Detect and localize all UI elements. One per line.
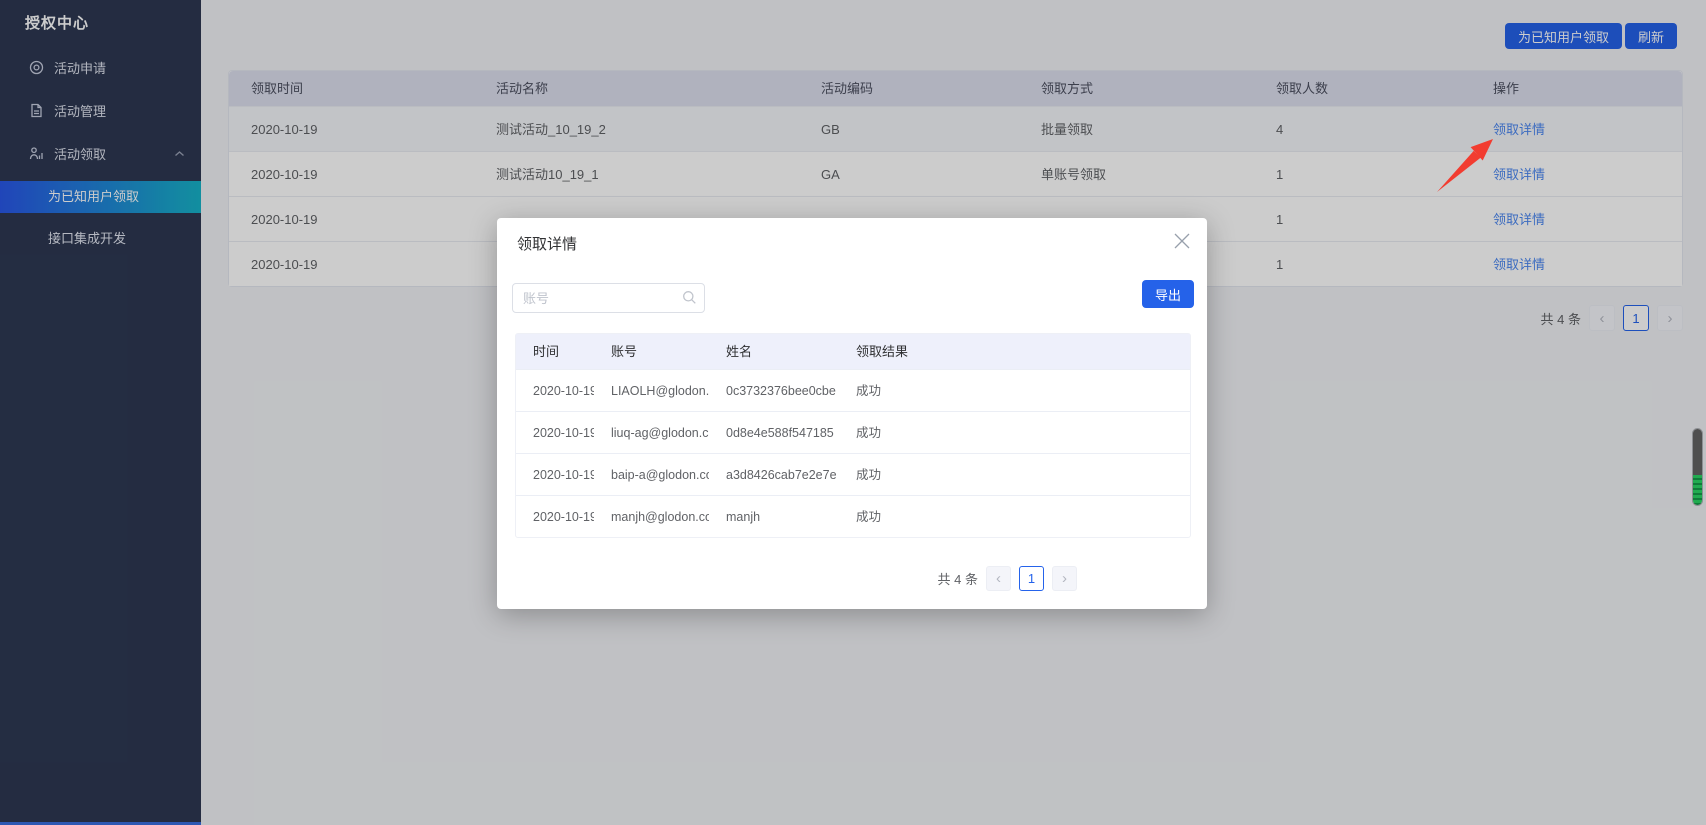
current-page-button[interactable]: 1 — [1019, 566, 1044, 591]
col-username: 姓名 — [709, 334, 839, 369]
col-account: 账号 — [594, 334, 709, 369]
cell-username: manjh — [709, 496, 839, 537]
cell-username: a3d8426cab7e2e7e — [709, 454, 839, 495]
cell-result: 成功 — [839, 412, 1190, 453]
cell-account: liuq-ag@glodon.com — [594, 412, 709, 453]
scrollbar-thumb[interactable] — [1692, 428, 1703, 506]
account-search-input[interactable] — [512, 283, 705, 313]
cell-account: baip-a@glodon.com — [594, 454, 709, 495]
cell-time: 2020-10-19 — [516, 412, 594, 453]
col-time: 时间 — [516, 334, 594, 369]
claim-detail-modal: 领取详情 导出 时间 账号 姓名 领取结果 2020-10-19 LIAOLH@… — [497, 218, 1207, 609]
cell-result: 成功 — [839, 496, 1190, 537]
modal-pagination: 共 4 条 ‹ 1 › — [938, 566, 1077, 591]
cell-result: 成功 — [839, 454, 1190, 495]
account-search-field — [512, 283, 705, 313]
cell-username: 0d8e4e588f547185 — [709, 412, 839, 453]
modal-table-row: 2020-10-19 baip-a@glodon.com a3d8426cab7… — [516, 453, 1190, 495]
modal-table-row: 2020-10-19 manjh@glodon.com manjh 成功 — [516, 495, 1190, 537]
cell-time: 2020-10-19 — [516, 370, 594, 411]
modal-title: 领取详情 — [517, 233, 577, 254]
cell-time: 2020-10-19 — [516, 454, 594, 495]
close-icon[interactable] — [1169, 228, 1195, 254]
claim-detail-table: 时间 账号 姓名 领取结果 2020-10-19 LIAOLH@glodon.c… — [515, 333, 1191, 538]
modal-table-header-row: 时间 账号 姓名 领取结果 — [516, 334, 1190, 369]
cell-account: LIAOLH@glodon.com — [594, 370, 709, 411]
export-button[interactable]: 导出 — [1142, 280, 1194, 308]
cell-time: 2020-10-19 — [516, 496, 594, 537]
cell-username: 0c3732376bee0cbe — [709, 370, 839, 411]
prev-page-button[interactable]: ‹ — [986, 566, 1011, 591]
modal-table-row: 2020-10-19 LIAOLH@glodon.com 0c3732376be… — [516, 369, 1190, 411]
modal-table-row: 2020-10-19 liuq-ag@glodon.com 0d8e4e588f… — [516, 411, 1190, 453]
total-count-label: 共 4 条 — [938, 569, 978, 588]
cell-result: 成功 — [839, 370, 1190, 411]
col-result: 领取结果 — [839, 334, 1190, 369]
cell-account: manjh@glodon.com — [594, 496, 709, 537]
next-page-button[interactable]: › — [1052, 566, 1077, 591]
search-icon[interactable] — [682, 290, 697, 308]
